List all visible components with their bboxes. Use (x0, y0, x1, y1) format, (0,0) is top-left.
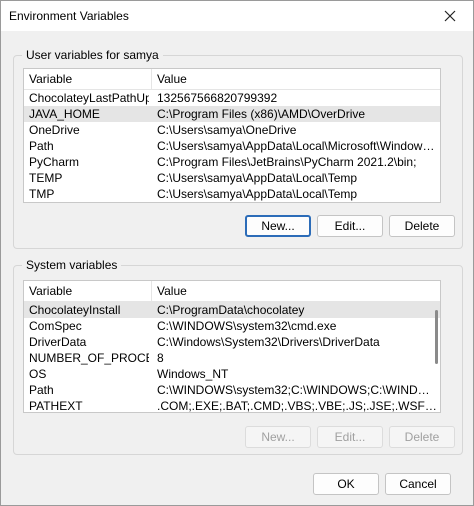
table-row[interactable]: ChocolateyLastPathUpdate 132567566820799… (24, 90, 440, 106)
variable-value: C:\Windows\System32\Drivers\DriverData (157, 335, 380, 349)
user-variables-label: User variables for samya (22, 47, 163, 63)
column-header-value[interactable]: Value (152, 281, 440, 301)
table-row[interactable]: JAVA_HOME C:\Program Files (x86)\AMD\Ove… (24, 106, 440, 122)
variable-name: ComSpec (29, 319, 82, 333)
table-row[interactable]: ComSpec C:\WINDOWS\system32\cmd.exe (24, 318, 440, 334)
environment-variables-dialog: Environment Variables User variables for… (0, 0, 474, 506)
variable-name: OS (29, 367, 47, 381)
user-new-button[interactable]: New... (245, 215, 311, 237)
user-list-header: Variable Value (24, 69, 440, 90)
variable-value: C:\WINDOWS\system32;C:\WINDOWS;C:\WINDOW… (157, 383, 437, 397)
system-list-header: Variable Value (24, 281, 440, 302)
variable-name: PyCharm (29, 155, 80, 169)
variable-name: ChocolateyLastPathUpdate (29, 91, 149, 105)
variable-value: C:\Program Files (x86)\AMD\OverDrive (157, 107, 366, 121)
table-row[interactable]: PyCharm C:\Program Files\JetBrains\PyCha… (24, 154, 440, 170)
variable-value: Windows_NT (157, 367, 229, 381)
close-button[interactable] (427, 1, 473, 31)
variable-value: C:\Users\samya\OneDrive (157, 123, 297, 137)
variable-name: DriverData (29, 335, 87, 349)
window-title: Environment Variables (9, 9, 129, 23)
variable-value: C:\WINDOWS\system32\cmd.exe (157, 319, 337, 333)
table-row[interactable]: OneDrive C:\Users\samya\OneDrive (24, 122, 440, 138)
variable-value: .COM;.EXE;.BAT;.CMD;.VBS;.VBE;.JS;.JSE;.… (157, 399, 437, 413)
table-row[interactable]: Path C:\WINDOWS\system32;C:\WINDOWS;C:\W… (24, 382, 440, 398)
user-edit-button[interactable]: Edit... (317, 215, 383, 237)
user-delete-button[interactable]: Delete (389, 215, 455, 237)
table-row[interactable]: TEMP C:\Users\samya\AppData\Local\Temp (24, 170, 440, 186)
variable-name: PATHEXT (29, 399, 83, 413)
cancel-button[interactable]: Cancel (385, 473, 451, 495)
variable-name: NUMBER_OF_PROCESSORS (29, 351, 149, 365)
variable-name: JAVA_HOME (29, 107, 100, 121)
table-row[interactable]: NUMBER_OF_PROCESSORS 8 (24, 350, 440, 366)
system-new-button[interactable]: New... (245, 426, 311, 448)
column-header-variable[interactable]: Variable (24, 281, 152, 301)
variable-value: C:\Users\samya\AppData\Local\Temp (157, 171, 358, 185)
system-list-rows: ChocolateyInstall C:\ProgramData\chocola… (24, 302, 440, 413)
table-row[interactable]: ChocolateyInstall C:\ProgramData\chocola… (24, 302, 440, 318)
variable-value: C:\Users\samya\AppData\Local\Temp (157, 187, 358, 201)
variable-value: 132567566820799392 (157, 91, 278, 105)
system-list-scrollbar[interactable] (432, 302, 440, 412)
ok-button[interactable]: OK (313, 473, 379, 495)
user-list-rows: ChocolateyLastPathUpdate 132567566820799… (24, 90, 440, 202)
variable-value: C:\Program Files\JetBrains\PyCharm 2021.… (157, 155, 417, 169)
system-edit-button[interactable]: Edit... (317, 426, 383, 448)
system-variables-list[interactable]: Variable Value ChocolateyInstall C:\Prog… (23, 280, 441, 413)
title-bar[interactable]: Environment Variables (1, 1, 473, 31)
system-variables-label: System variables (22, 257, 122, 273)
system-delete-button[interactable]: Delete (389, 426, 455, 448)
table-row[interactable]: PATHEXT .COM;.EXE;.BAT;.CMD;.VBS;.VBE;.J… (24, 398, 440, 413)
variable-value: C:\ProgramData\chocolatey (157, 303, 305, 317)
variable-name: OneDrive (29, 123, 80, 137)
variable-name: ChocolateyInstall (29, 303, 121, 317)
user-variables-list[interactable]: Variable Value ChocolateyLastPathUpdate … (23, 68, 441, 203)
variable-name: Path (29, 139, 54, 153)
column-header-variable[interactable]: Variable (24, 69, 152, 89)
scrollbar-thumb[interactable] (435, 310, 438, 364)
table-row[interactable]: Path C:\Users\samya\AppData\Local\Micros… (24, 138, 440, 154)
variable-name: TMP (29, 187, 55, 201)
variable-name: TEMP (29, 171, 63, 185)
variable-name: Path (29, 383, 54, 397)
close-icon (444, 10, 456, 22)
column-header-value[interactable]: Value (152, 69, 440, 89)
table-row[interactable]: TMP C:\Users\samya\AppData\Local\Temp (24, 186, 440, 202)
table-row[interactable]: OS Windows_NT (24, 366, 440, 382)
variable-value: C:\Users\samya\AppData\Local\Microsoft\W… (157, 139, 437, 153)
variable-value: 8 (157, 351, 164, 365)
table-row[interactable]: DriverData C:\Windows\System32\Drivers\D… (24, 334, 440, 350)
